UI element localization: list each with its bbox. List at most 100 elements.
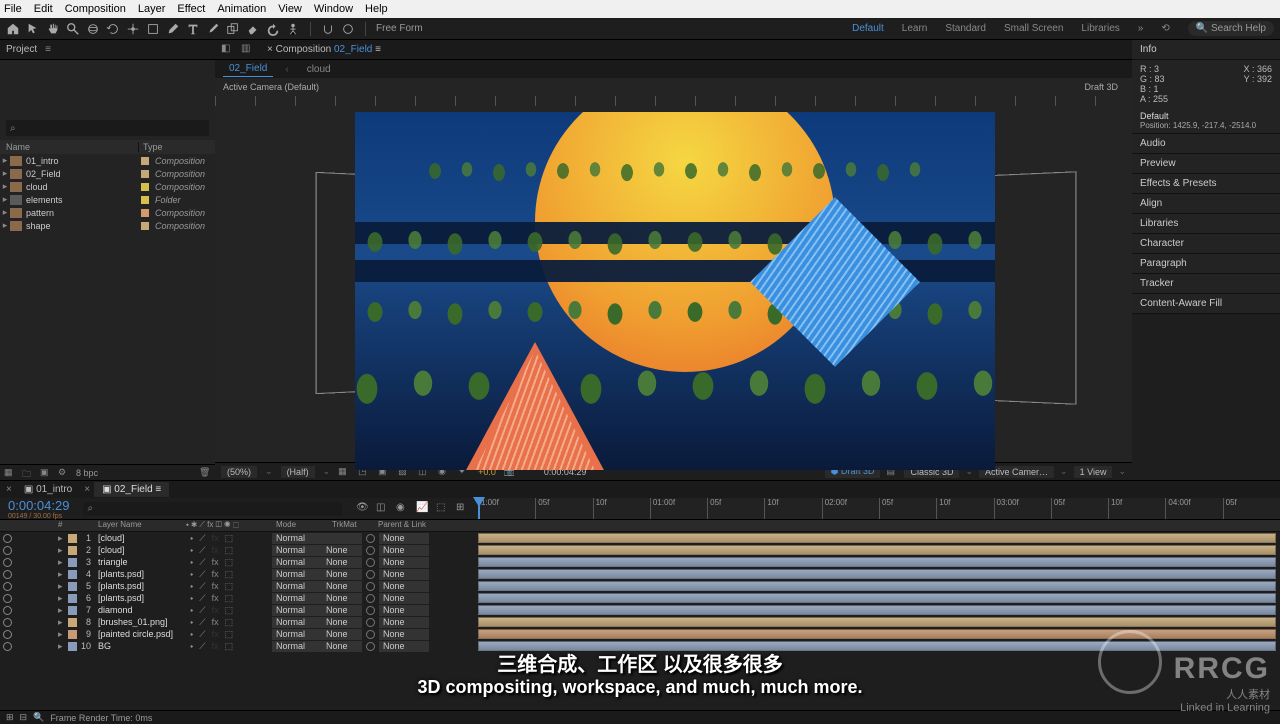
pickwhip-icon[interactable] [366,618,375,627]
roto-tool-icon[interactable] [266,22,280,36]
layer-duration-bar[interactable] [478,581,1276,591]
layer-bar-row[interactable] [478,604,1280,616]
workspace-overflow-icon[interactable]: » [1138,23,1144,34]
playhead[interactable] [478,498,480,519]
layer-duration-bar[interactable] [478,593,1276,603]
layer-row[interactable]: ▸4[plants.psd]⬩⟋fx⬚NormalNoneNone [0,568,478,580]
workspace-libraries[interactable]: Libraries [1081,23,1119,34]
layer-duration-bar[interactable] [478,545,1276,555]
marker-icon[interactable]: ◧ [221,43,235,57]
project-item[interactable]: ▸cloudComposition [0,180,215,193]
snap-icon[interactable] [321,22,335,36]
menu-composition[interactable]: Composition [65,3,126,15]
layer-duration-bar[interactable] [478,629,1276,639]
visibility-toggle[interactable] [3,594,12,603]
project-item[interactable]: ▸01_introComposition [0,154,215,167]
panel-header[interactable]: Align [1132,194,1280,214]
panel-header[interactable]: Tracker [1132,274,1280,294]
pickwhip-icon[interactable] [366,630,375,639]
eraser-tool-icon[interactable] [246,22,260,36]
menu-layer[interactable]: Layer [138,3,166,15]
trkmat-dropdown[interactable]: None [322,593,362,604]
project-item[interactable]: ▸elementsFolder [0,193,215,206]
brush-tool-icon[interactable] [206,22,220,36]
pickwhip-icon[interactable] [366,642,375,651]
puppet-tool-icon[interactable] [286,22,300,36]
draft-icon[interactable]: ⬚ [436,502,450,516]
blend-mode-dropdown[interactable]: Normal [272,569,322,580]
trkmat-dropdown[interactable]: None [322,569,362,580]
menu-animation[interactable]: Animation [217,3,266,15]
layer-duration-bar[interactable] [478,569,1276,579]
parent-dropdown[interactable]: None [379,593,429,604]
trkmat-dropdown[interactable]: None [322,617,362,628]
workspace-learn[interactable]: Learn [902,23,928,34]
layer-bar-row[interactable] [478,544,1280,556]
layer-row[interactable]: ▸3triangle⬩⟋fx⬚NormalNoneNone [0,556,478,568]
tab-pre-icon[interactable]: × [84,484,90,495]
timeline-tab-active[interactable]: ▣ 02_Field ≡ [94,482,169,497]
panel-header[interactable]: Effects & Presets [1132,174,1280,194]
grid-icon[interactable]: ▦ [338,466,350,478]
comp-tab[interactable]: × Composition 02_Field ≡ [261,42,387,57]
blend-mode-dropdown[interactable]: Normal [272,593,322,604]
visibility-toggle[interactable] [3,546,12,555]
composition-viewer[interactable]: Active Camera (Default) Draft 3D [215,78,1132,462]
menu-effect[interactable]: Effect [177,3,205,15]
parent-dropdown[interactable]: None [379,557,429,568]
project-item[interactable]: ▸02_FieldComposition [0,167,215,180]
layer-bar-row[interactable] [478,628,1280,640]
view-dropdown[interactable]: 1 View [1074,466,1113,478]
parent-dropdown[interactable]: None [379,533,429,544]
frame-blend-icon[interactable]: ◫ [376,502,390,516]
visibility-toggle[interactable] [3,570,12,579]
layer-duration-bar[interactable] [478,617,1276,627]
layer-bar-row[interactable] [478,532,1280,544]
selection-tool-icon[interactable] [26,22,40,36]
project-item[interactable]: ▸patternComposition [0,206,215,219]
work-area-bar[interactable] [478,498,1280,519]
shy-icon[interactable]: 👁 [356,502,370,516]
visibility-toggle[interactable] [3,582,12,591]
panel-header[interactable]: Preview [1132,154,1280,174]
resolution-dropdown[interactable]: (Half) [281,466,315,478]
project-tab[interactable]: Project [6,44,37,55]
settings-icon[interactable]: ⚙ [58,467,70,479]
menu-file[interactable]: File [4,3,22,15]
blend-mode-dropdown[interactable]: Normal [272,533,322,544]
orbit-tool-icon[interactable] [86,22,100,36]
trkmat-dropdown[interactable]: None [322,641,362,652]
home-icon[interactable] [6,22,20,36]
menu-edit[interactable]: Edit [34,3,53,15]
zoom-timeline-icon[interactable]: 🔍 [33,712,44,723]
layer-bar-row[interactable] [478,556,1280,568]
project-item[interactable]: ▸shapeComposition [0,219,215,232]
zoom-dropdown[interactable]: (50%) [221,466,257,478]
parent-dropdown[interactable]: None [379,617,429,628]
menu-view[interactable]: View [278,3,302,15]
trkmat-dropdown[interactable]: None [322,605,362,616]
trkmat-dropdown[interactable]: None [322,581,362,592]
info-panel-header[interactable]: Info [1132,40,1280,60]
new-comp-icon[interactable]: ▣ [40,467,52,479]
breadcrumb-item[interactable]: cloud [301,62,337,77]
blend-mode-dropdown[interactable]: Normal [272,557,322,568]
clone-tool-icon[interactable] [226,22,240,36]
visibility-toggle[interactable] [3,606,12,615]
trash-icon[interactable]: 🗑 [199,467,211,479]
col-name[interactable]: Name [0,142,138,152]
workspace-reset-icon[interactable]: ⟲ [1161,23,1169,34]
panel-header[interactable]: Paragraph [1132,254,1280,274]
trkmat-dropdown[interactable]: None [322,629,362,640]
visibility-toggle[interactable] [3,630,12,639]
pickwhip-icon[interactable] [366,570,375,579]
type-tool-icon[interactable] [186,22,200,36]
workspace-standard[interactable]: Standard [945,23,986,34]
layer-row[interactable]: ▸9[painted circle.psd]⬩⟋fx⬚NormalNoneNon… [0,628,478,640]
panel-header[interactable]: Libraries [1132,214,1280,234]
pen-tool-icon[interactable] [166,22,180,36]
timeline-search[interactable]: ⌕ [83,502,342,516]
toggle-modes-icon[interactable]: ⊟ [20,712,28,723]
mask-tool-icon[interactable] [146,22,160,36]
search-help-input[interactable]: 🔍 Search Help [1188,21,1274,36]
